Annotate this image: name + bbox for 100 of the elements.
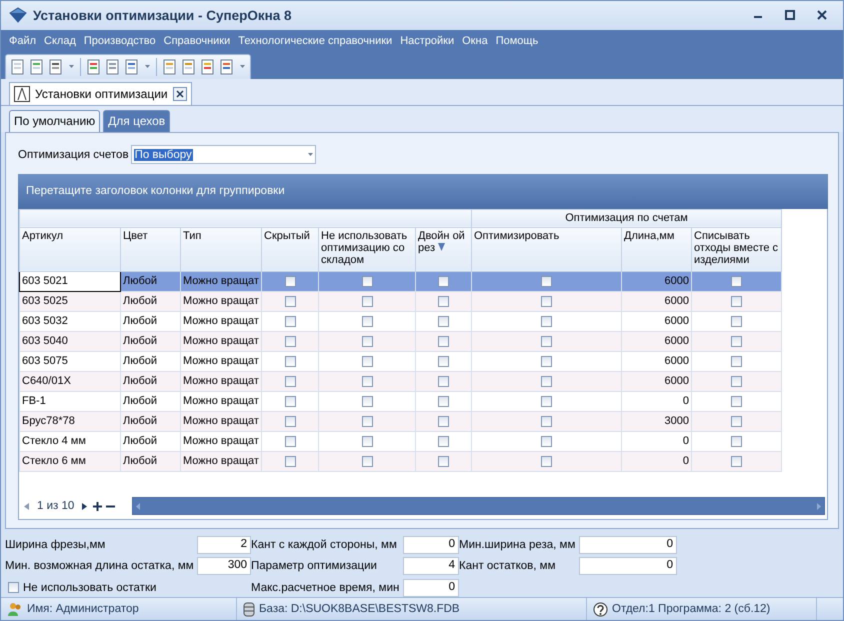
menu-item[interactable]: Помощь (492, 35, 542, 48)
number-field[interactable]: 0 (403, 536, 459, 554)
previous-page-icon[interactable] (24, 502, 29, 510)
checkbox[interactable] (362, 356, 372, 367)
table-row[interactable]: 603 5025 Любой Можно вращат 6000 (20, 291, 782, 312)
checkbox[interactable] (438, 436, 449, 447)
table-row[interactable]: Стекло 6 мм Любой Можно вращат 0 (20, 451, 782, 472)
column-header[interactable]: Скрытый (262, 227, 318, 272)
checkbox[interactable] (362, 376, 372, 387)
document-icon[interactable] (200, 58, 216, 75)
checkbox[interactable] (541, 456, 552, 467)
number-field[interactable]: 300 (197, 557, 251, 576)
scroll-left-icon[interactable] (136, 502, 140, 510)
column-header[interactable]: Списывать отходы вместе с изделиями (692, 227, 782, 272)
number-field[interactable]: 0 (579, 557, 677, 576)
menu-item[interactable]: Склад (40, 35, 80, 48)
close-icon[interactable] (817, 10, 827, 20)
article-cell[interactable]: 603 5021 (20, 271, 120, 292)
number-field[interactable]: 0 (579, 536, 677, 554)
checkbox[interactable] (541, 376, 552, 387)
checkbox[interactable] (284, 356, 296, 367)
menu-item[interactable]: Технологические справочники (234, 35, 396, 48)
checkbox[interactable] (284, 316, 296, 327)
checkbox[interactable] (731, 296, 742, 307)
checkbox[interactable] (362, 296, 372, 307)
checkbox[interactable] (438, 276, 449, 287)
filter-icon[interactable] (438, 242, 446, 251)
checkbox[interactable] (731, 316, 742, 327)
column-header[interactable]: Тип (180, 227, 262, 272)
checkbox[interactable] (284, 376, 296, 387)
checkbox[interactable] (362, 276, 372, 287)
optimization-dropdown[interactable]: По выбору (130, 145, 316, 164)
checkbox[interactable] (362, 436, 372, 447)
checkbox[interactable] (731, 336, 742, 347)
column-header[interactable]: Цвет (120, 227, 180, 272)
column-header[interactable]: Не использовать оптимизацию со складом (318, 227, 416, 272)
checkbox[interactable] (284, 396, 296, 407)
document-icon[interactable] (181, 58, 197, 75)
table-row[interactable]: 603 5040 Любой Можно вращат 6000 (20, 331, 782, 352)
help-icon[interactable] (593, 602, 608, 617)
dropdown-caret-icon[interactable] (308, 153, 313, 156)
checkbox[interactable] (438, 396, 449, 407)
checkbox[interactable] (362, 336, 372, 347)
column-header[interactable]: Длина,мм (622, 227, 692, 272)
dropdown-caret-icon[interactable] (240, 65, 244, 68)
checkbox[interactable] (541, 336, 552, 347)
maximize-icon[interactable] (785, 10, 795, 20)
table-row[interactable]: 603 5032 Любой Можно вращат 6000 (20, 311, 782, 332)
number-field[interactable]: 0 (403, 578, 459, 597)
close-tab-button[interactable] (172, 86, 187, 101)
checkbox[interactable] (362, 316, 372, 327)
column-header[interactable]: Артикул (20, 227, 120, 272)
table-row[interactable]: 603 5075 Любой Можно вращат 6000 (20, 351, 782, 372)
table-row[interactable]: C640/01X Любой Можно вращат 6000 (20, 371, 782, 392)
checkbox[interactable] (731, 276, 742, 287)
close-icon[interactable] (176, 90, 184, 98)
number-field[interactable]: 4 (403, 557, 459, 576)
number-field[interactable]: 2 (197, 536, 251, 554)
checkbox[interactable] (731, 356, 742, 367)
tab[interactable]: Для цехов (103, 110, 170, 132)
checkbox[interactable] (438, 356, 449, 367)
checkbox[interactable] (541, 356, 552, 367)
dropdown-caret-icon[interactable] (68, 65, 74, 68)
table-row[interactable]: FB-1 Любой Можно вращат 0 (20, 391, 782, 412)
no-remnants-checkbox[interactable]: Не использовать остатки (5, 582, 251, 594)
table-row[interactable]: 603 5021 Любой Можно вращат 6000 (20, 271, 782, 292)
checkbox[interactable] (438, 416, 449, 427)
checkbox[interactable] (438, 376, 449, 387)
checkbox[interactable] (731, 436, 742, 447)
table-row[interactable]: Стекло 4 мм Любой Можно вращат 0 (20, 431, 782, 452)
checkbox[interactable] (541, 316, 552, 327)
menu-item[interactable]: Настройки (396, 35, 458, 48)
checkbox[interactable] (438, 296, 449, 307)
menu-item[interactable]: Производство (80, 35, 160, 48)
checkbox[interactable] (438, 456, 449, 467)
document-icon[interactable] (162, 58, 178, 75)
checkbox[interactable] (541, 416, 552, 427)
horizontal-scrollbar[interactable] (132, 497, 825, 516)
checkbox[interactable] (731, 416, 742, 427)
checkbox[interactable] (541, 396, 552, 407)
checkbox[interactable] (284, 336, 296, 347)
checkbox[interactable] (541, 276, 552, 287)
checkbox[interactable] (362, 396, 372, 407)
checkbox[interactable] (541, 436, 552, 447)
checkbox[interactable] (284, 276, 296, 287)
next-page-icon[interactable] (82, 502, 88, 510)
checkbox[interactable] (284, 436, 296, 447)
checkbox[interactable] (284, 456, 296, 467)
checkbox[interactable] (362, 416, 372, 427)
checkbox[interactable] (438, 316, 449, 327)
menu-item[interactable]: Справочники (160, 35, 234, 48)
dropdown-caret-icon[interactable] (144, 65, 150, 68)
document-icon[interactable] (10, 58, 26, 75)
document-tab[interactable]: Установки оптимизации (9, 82, 192, 105)
checkbox[interactable] (438, 336, 449, 347)
checkbox[interactable] (284, 296, 296, 307)
tab[interactable]: По умолчанию (9, 110, 100, 132)
column-header[interactable]: Двойн ой рез (416, 227, 472, 272)
checkbox[interactable] (362, 456, 372, 467)
checkbox[interactable] (284, 416, 296, 427)
